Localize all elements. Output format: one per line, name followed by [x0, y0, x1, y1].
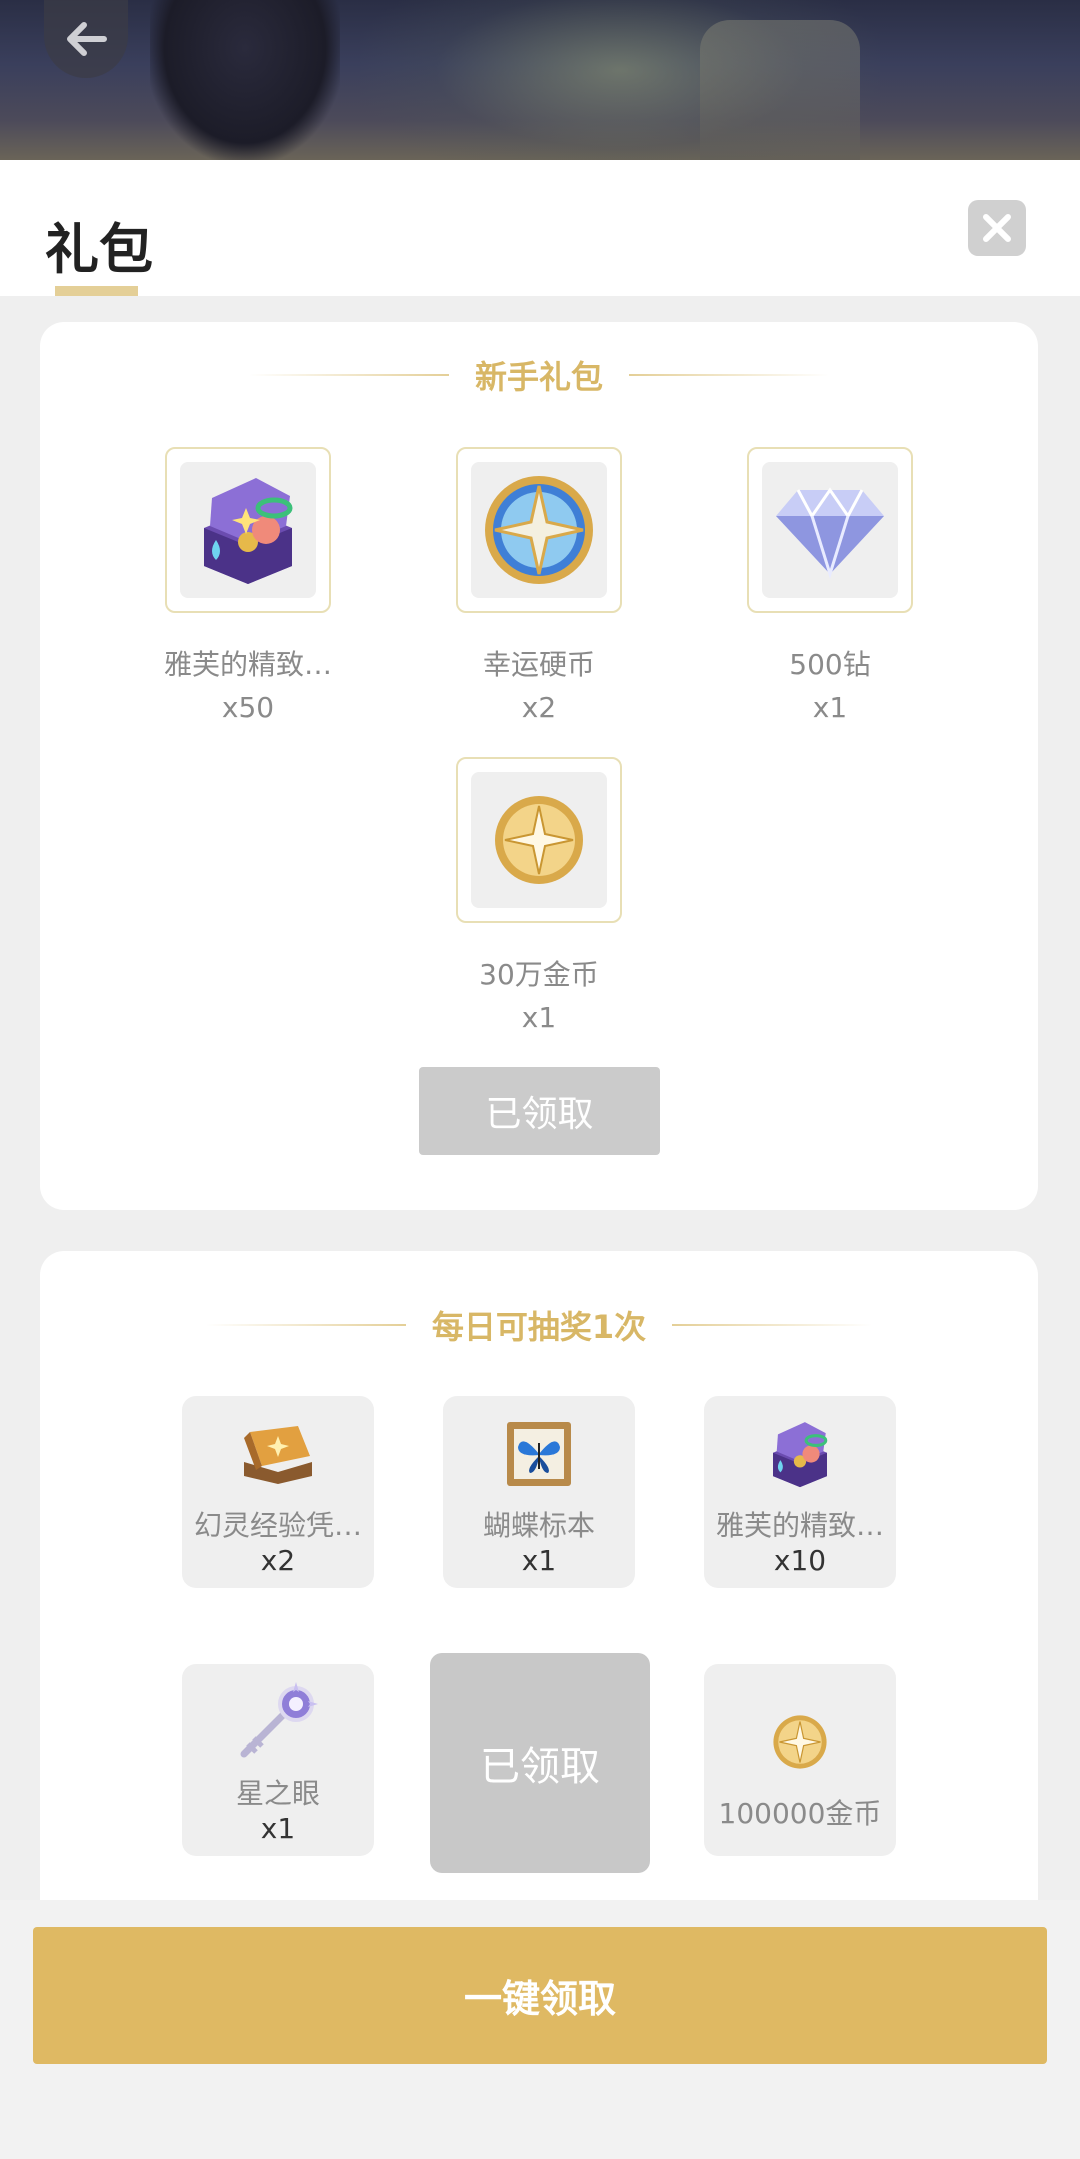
banner-tower [700, 20, 860, 160]
cell-qty: x1 [260, 1812, 296, 1845]
treasure-chest-icon [773, 1422, 828, 1488]
top-banner [0, 0, 1080, 160]
gold-coin-icon [773, 1715, 827, 1769]
gift-name: 500钻 [789, 648, 871, 681]
cell-qty: x1 [521, 1544, 557, 1577]
title-line-right [629, 374, 829, 376]
section-title-text: 每日可抽奖1次 [431, 1308, 647, 1346]
lottery-cell[interactable]: 蝴蝶标本 x1 [443, 1396, 635, 1588]
cell-name: 100000金币 [718, 1797, 882, 1830]
gift-name: 雅芙的精致… [163, 648, 332, 681]
exp-book-icon [244, 1426, 312, 1484]
lucky-coin-icon [485, 476, 593, 584]
lottery-claimed-button[interactable]: 已领取 [430, 1653, 650, 1873]
gold-coin-icon [495, 796, 583, 884]
title-line-left [205, 1324, 406, 1326]
daily-lottery-card: 每日可抽奖1次 幻灵经验凭… x2 蝴蝶标本 x1 雅芙的精致… x10 星之眼… [40, 1251, 1038, 1901]
gift-qty: x1 [521, 1001, 557, 1034]
close-button[interactable] [968, 200, 1026, 256]
bottom-bar: 一键领取 [0, 1900, 1080, 2159]
gift-frame [747, 447, 913, 613]
gift-item: 500钻 x1 [710, 447, 950, 724]
cell-name: 星之眼 [235, 1777, 320, 1810]
title-line-right [672, 1324, 873, 1326]
claim-all-button[interactable]: 一键领取 [33, 1927, 1047, 2064]
gift-item: 幸运硬币 x2 [419, 447, 659, 724]
panel-header: 礼包 [0, 160, 1080, 296]
butterfly-specimen-icon [507, 1422, 571, 1486]
section-title-text: 新手礼包 [474, 358, 603, 396]
lottery-cell[interactable]: 100000金币 [704, 1664, 896, 1856]
cell-qty: x10 [773, 1544, 827, 1577]
cell-name: 蝴蝶标本 [482, 1509, 595, 1542]
gift-qty: x2 [521, 691, 557, 724]
arrow-left-icon [67, 22, 107, 56]
star-key-icon [240, 1682, 318, 1758]
gift-frame [456, 447, 622, 613]
cell-qty: x2 [260, 1544, 296, 1577]
back-button[interactable] [44, 0, 128, 78]
claimed-button[interactable]: 已领取 [419, 1067, 660, 1155]
banner-character [150, 0, 340, 160]
gift-item: 雅芙的精致… x50 [128, 447, 368, 724]
treasure-chest-icon [204, 478, 293, 584]
gift-name: 幸运硬币 [482, 648, 595, 681]
cell-name: 雅芙的精致… [715, 1509, 884, 1542]
lottery-cell[interactable]: 雅芙的精致… x10 [704, 1396, 896, 1588]
section-title: 新手礼包 [40, 345, 1038, 405]
lottery-cell[interactable]: 星之眼 x1 [182, 1664, 374, 1856]
lottery-cell[interactable]: 幻灵经验凭… x2 [182, 1396, 374, 1588]
title-underline [55, 286, 138, 296]
gift-name: 30万金币 [479, 958, 599, 991]
title-line-left [248, 374, 449, 376]
section-title: 每日可抽奖1次 [40, 1295, 1038, 1355]
page-title: 礼包 [45, 218, 153, 281]
gift-qty: x50 [221, 691, 275, 724]
newbie-gift-card: 新手礼包 雅芙的精致… x50 幸运硬币 x2 500钻 x1 30万金币 x1… [40, 322, 1038, 1210]
diamond-icon [776, 487, 884, 580]
close-icon [983, 214, 1011, 242]
cell-name: 幻灵经验凭… [193, 1509, 362, 1542]
gift-qty: x1 [812, 691, 848, 724]
gift-frame [165, 447, 331, 613]
gift-item: 30万金币 x1 [419, 757, 659, 1034]
gift-frame [456, 757, 622, 923]
